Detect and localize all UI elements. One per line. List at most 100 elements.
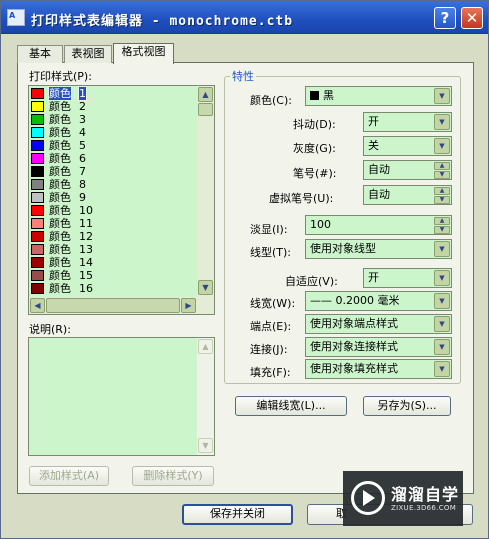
style-number: 12: [79, 230, 93, 243]
tab-table-view[interactable]: 表视图: [64, 45, 112, 63]
plot-style-editor-window: A 打印样式表编辑器 - monochrome.ctb ? ✕ 基本 表视图 格…: [0, 0, 489, 539]
spin-up-icon[interactable]: ▲: [434, 162, 450, 170]
add-style-button[interactable]: 添加样式(A): [29, 466, 109, 486]
spin-down-icon[interactable]: ▼: [434, 196, 450, 204]
list-item[interactable]: 颜色 11: [29, 217, 198, 230]
color-swatch-icon: [31, 257, 44, 268]
list-item[interactable]: 颜色 13: [29, 243, 198, 256]
screening-value: 100: [310, 218, 331, 231]
style-number: 5: [79, 139, 86, 152]
color-swatch-icon: [31, 114, 44, 125]
spin-down-icon[interactable]: ▼: [434, 226, 450, 234]
close-button[interactable]: ✕: [461, 7, 483, 29]
chevron-down-icon[interactable]: ▼: [434, 138, 450, 154]
list-item[interactable]: 颜色 1: [29, 86, 198, 101]
list-item[interactable]: 颜色 15: [29, 269, 198, 282]
color-swatch-icon: [31, 244, 44, 255]
save-and-close-button[interactable]: 保存并关闭: [182, 504, 293, 525]
style-number: 2: [79, 100, 86, 113]
chevron-down-icon[interactable]: ▼: [434, 361, 450, 377]
scroll-right-arrow-icon[interactable]: ▶: [181, 298, 196, 313]
virtual-pen-spinner[interactable]: 自动 ▲ ▼: [363, 185, 452, 205]
list-item[interactable]: 颜色 9: [29, 191, 198, 204]
color-swatch-icon: [31, 218, 44, 229]
spin-up-icon[interactable]: ▲: [434, 187, 450, 195]
scroll-left-arrow-icon[interactable]: ◀: [30, 298, 45, 313]
chevron-down-icon[interactable]: ▼: [434, 293, 450, 309]
save-as-button[interactable]: 另存为(S)...: [363, 396, 451, 416]
style-name: 颜色: [49, 282, 71, 295]
list-vertical-scrollbar[interactable]: ▲ ▼: [197, 86, 214, 297]
scroll-down-arrow-icon[interactable]: ▼: [198, 280, 213, 295]
list-item[interactable]: 颜色 16: [29, 282, 198, 295]
list-item[interactable]: 颜色 14: [29, 256, 198, 269]
chevron-down-icon[interactable]: ▼: [434, 339, 450, 355]
spin-up-icon[interactable]: ▲: [434, 217, 450, 225]
dither-select[interactable]: 开 ▼: [363, 112, 452, 132]
chevron-down-icon[interactable]: ▼: [434, 316, 450, 332]
chevron-down-icon[interactable]: ▼: [434, 270, 450, 286]
chevron-down-icon[interactable]: ▼: [434, 241, 450, 257]
adaptive-select[interactable]: 开 ▼: [363, 268, 452, 288]
lineweight-value: —— 0.2000 毫米: [310, 294, 400, 307]
list-item[interactable]: 颜色 7: [29, 165, 198, 178]
fill-label: 填充(F):: [250, 366, 291, 379]
color-select[interactable]: 黑 ▼: [305, 86, 452, 106]
line-end-select[interactable]: 使用对象端点样式 ▼: [305, 314, 452, 334]
plot-styles-list[interactable]: 颜色 1 颜色 2 颜色 3 颜色 4 颜色 5 颜色 6 颜色 7 颜色 8 颜色 9 颜色 10 颜色 11 颜色 12 颜…: [28, 85, 215, 315]
style-number: 10: [79, 204, 93, 217]
chevron-down-icon[interactable]: ▼: [434, 88, 450, 104]
vertical-scroll-thumb[interactable]: [198, 103, 213, 116]
list-item[interactable]: 颜色 5: [29, 139, 198, 152]
linetype-label: 线型(T):: [250, 246, 292, 259]
scroll-up-arrow-icon[interactable]: ▲: [198, 87, 213, 102]
dither-label: 抖动(D):: [293, 118, 336, 131]
description-scrollbar[interactable]: ▲ ▼: [197, 338, 214, 455]
line-end-value: 使用对象端点样式: [310, 317, 398, 330]
tab-form-view[interactable]: 格式视图: [113, 43, 174, 64]
lineweight-select[interactable]: —— 0.2000 毫米 ▼: [305, 291, 452, 311]
description-textarea[interactable]: ▲ ▼: [28, 337, 215, 456]
watermark-overlay: 溜溜自学 ZIXUE.3D66.COM: [343, 471, 463, 526]
chevron-down-icon[interactable]: ▼: [434, 114, 450, 130]
lineweight-label: 线宽(W):: [250, 297, 296, 310]
list-item[interactable]: 颜色 6: [29, 152, 198, 165]
list-item[interactable]: 颜色 2: [29, 100, 198, 113]
plot-styles-label: 打印样式(P):: [29, 70, 92, 83]
style-name: 颜色: [49, 191, 71, 204]
style-name: 颜色: [49, 126, 71, 139]
desc-scroll-up-icon[interactable]: ▲: [198, 339, 213, 354]
style-number: 11: [79, 217, 93, 230]
grayscale-select[interactable]: 关 ▼: [363, 136, 452, 156]
color-swatch-icon: [31, 270, 44, 281]
horizontal-scroll-thumb[interactable]: [46, 298, 180, 313]
desc-scroll-down-icon[interactable]: ▼: [198, 438, 213, 453]
pen-number-value: 自动: [368, 163, 390, 176]
linetype-select[interactable]: 使用对象线型 ▼: [305, 239, 452, 259]
pen-number-spinner[interactable]: 自动 ▲ ▼: [363, 160, 452, 180]
list-item[interactable]: 颜色 10: [29, 204, 198, 217]
color-swatch-icon: [31, 153, 44, 164]
tab-general[interactable]: 基本: [17, 45, 63, 63]
screening-spinner[interactable]: 100 ▲ ▼: [305, 215, 452, 235]
delete-style-button[interactable]: 删除样式(Y): [132, 466, 214, 486]
color-swatch-icon: [31, 231, 44, 242]
title-bar[interactable]: A 打印样式表编辑器 - monochrome.ctb ? ✕: [1, 1, 488, 34]
list-item[interactable]: 颜色 3: [29, 113, 198, 126]
edit-lineweights-button[interactable]: 编辑线宽(L)...: [235, 396, 347, 416]
style-number: 14: [79, 256, 93, 269]
dither-value: 开: [368, 115, 379, 128]
list-item[interactable]: 颜色 12: [29, 230, 198, 243]
style-name: 颜色: [49, 113, 71, 126]
list-horizontal-scrollbar[interactable]: ◀ ▶: [29, 297, 198, 314]
style-number: 8: [79, 178, 86, 191]
list-item[interactable]: 颜色 8: [29, 178, 198, 191]
spin-down-icon[interactable]: ▼: [434, 171, 450, 179]
grayscale-value: 关: [368, 139, 379, 152]
fill-value: 使用对象填充样式: [310, 362, 398, 375]
fill-select[interactable]: 使用对象填充样式 ▼: [305, 359, 452, 379]
window-title: 打印样式表编辑器 - monochrome.ctb: [31, 14, 294, 29]
help-button[interactable]: ?: [434, 7, 456, 29]
line-join-select[interactable]: 使用对象连接样式 ▼: [305, 337, 452, 357]
list-item[interactable]: 颜色 4: [29, 126, 198, 139]
